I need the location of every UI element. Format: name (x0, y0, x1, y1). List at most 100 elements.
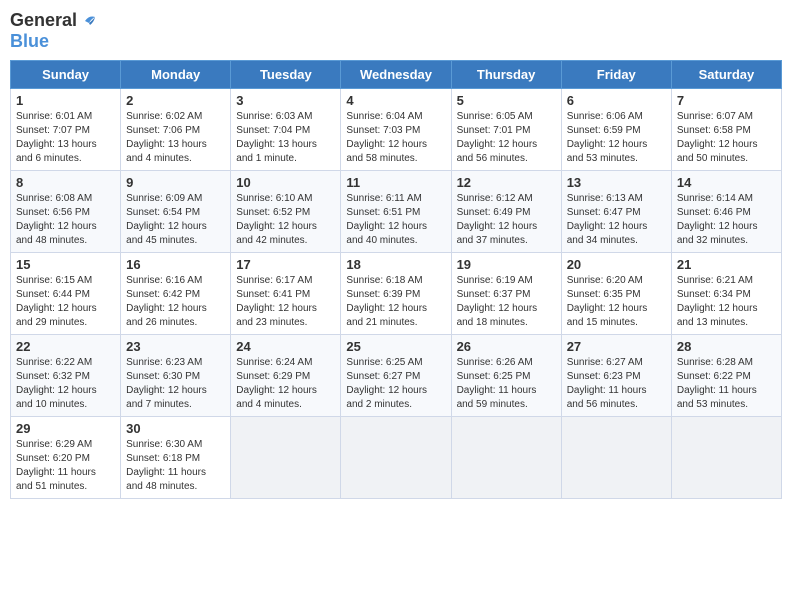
day-number: 1 (16, 93, 115, 108)
day-cell-12: 12 Sunrise: 6:12 AMSunset: 6:49 PMDaylig… (451, 171, 561, 253)
day-cell-19: 19 Sunrise: 6:19 AMSunset: 6:37 PMDaylig… (451, 253, 561, 335)
day-info: Sunrise: 6:27 AMSunset: 6:23 PMDaylight:… (567, 357, 647, 410)
day-cell-29: 29 Sunrise: 6:29 AMSunset: 6:20 PMDaylig… (11, 417, 121, 499)
day-header-tuesday: Tuesday (231, 61, 341, 89)
calendar-week-2: 8 Sunrise: 6:08 AMSunset: 6:56 PMDayligh… (11, 171, 782, 253)
logo: General Blue (10, 10, 97, 52)
day-number: 29 (16, 421, 115, 436)
day-info: Sunrise: 6:20 AMSunset: 6:35 PMDaylight:… (567, 275, 648, 328)
day-info: Sunrise: 6:24 AMSunset: 6:29 PMDaylight:… (236, 357, 317, 410)
day-number: 18 (346, 257, 445, 272)
day-info: Sunrise: 6:25 AMSunset: 6:27 PMDaylight:… (346, 357, 427, 410)
day-info: Sunrise: 6:03 AMSunset: 7:04 PMDaylight:… (236, 111, 317, 164)
day-cell-17: 17 Sunrise: 6:17 AMSunset: 6:41 PMDaylig… (231, 253, 341, 335)
day-header-wednesday: Wednesday (341, 61, 451, 89)
day-cell-5: 5 Sunrise: 6:05 AMSunset: 7:01 PMDayligh… (451, 89, 561, 171)
day-info: Sunrise: 6:07 AMSunset: 6:58 PMDaylight:… (677, 111, 758, 164)
day-cell-4: 4 Sunrise: 6:04 AMSunset: 7:03 PMDayligh… (341, 89, 451, 171)
day-header-friday: Friday (561, 61, 671, 89)
empty-cell (671, 417, 781, 499)
logo-blue: Blue (10, 31, 49, 52)
day-info: Sunrise: 6:10 AMSunset: 6:52 PMDaylight:… (236, 193, 317, 246)
day-info: Sunrise: 6:15 AMSunset: 6:44 PMDaylight:… (16, 275, 97, 328)
day-cell-16: 16 Sunrise: 6:16 AMSunset: 6:42 PMDaylig… (121, 253, 231, 335)
day-info: Sunrise: 6:06 AMSunset: 6:59 PMDaylight:… (567, 111, 648, 164)
day-info: Sunrise: 6:17 AMSunset: 6:41 PMDaylight:… (236, 275, 317, 328)
day-number: 17 (236, 257, 335, 272)
day-info: Sunrise: 6:18 AMSunset: 6:39 PMDaylight:… (346, 275, 427, 328)
day-info: Sunrise: 6:09 AMSunset: 6:54 PMDaylight:… (126, 193, 207, 246)
day-number: 8 (16, 175, 115, 190)
day-cell-8: 8 Sunrise: 6:08 AMSunset: 6:56 PMDayligh… (11, 171, 121, 253)
day-number: 12 (457, 175, 556, 190)
day-number: 20 (567, 257, 666, 272)
day-number: 13 (567, 175, 666, 190)
day-cell-15: 15 Sunrise: 6:15 AMSunset: 6:44 PMDaylig… (11, 253, 121, 335)
day-number: 14 (677, 175, 776, 190)
empty-cell (231, 417, 341, 499)
calendar-week-1: 1 Sunrise: 6:01 AMSunset: 7:07 PMDayligh… (11, 89, 782, 171)
calendar-week-3: 15 Sunrise: 6:15 AMSunset: 6:44 PMDaylig… (11, 253, 782, 335)
day-cell-6: 6 Sunrise: 6:06 AMSunset: 6:59 PMDayligh… (561, 89, 671, 171)
logo-bird-icon (79, 13, 97, 29)
day-header-thursday: Thursday (451, 61, 561, 89)
day-info: Sunrise: 6:05 AMSunset: 7:01 PMDaylight:… (457, 111, 538, 164)
day-info: Sunrise: 6:12 AMSunset: 6:49 PMDaylight:… (457, 193, 538, 246)
day-number: 25 (346, 339, 445, 354)
day-cell-21: 21 Sunrise: 6:21 AMSunset: 6:34 PMDaylig… (671, 253, 781, 335)
day-cell-2: 2 Sunrise: 6:02 AMSunset: 7:06 PMDayligh… (121, 89, 231, 171)
day-info: Sunrise: 6:28 AMSunset: 6:22 PMDaylight:… (677, 357, 757, 410)
day-number: 11 (346, 175, 445, 190)
day-info: Sunrise: 6:16 AMSunset: 6:42 PMDaylight:… (126, 275, 207, 328)
day-number: 26 (457, 339, 556, 354)
day-info: Sunrise: 6:11 AMSunset: 6:51 PMDaylight:… (346, 193, 427, 246)
day-number: 22 (16, 339, 115, 354)
day-cell-27: 27 Sunrise: 6:27 AMSunset: 6:23 PMDaylig… (561, 335, 671, 417)
calendar-week-4: 22 Sunrise: 6:22 AMSunset: 6:32 PMDaylig… (11, 335, 782, 417)
day-cell-26: 26 Sunrise: 6:26 AMSunset: 6:25 PMDaylig… (451, 335, 561, 417)
logo-general: General (10, 10, 77, 31)
day-info: Sunrise: 6:04 AMSunset: 7:03 PMDaylight:… (346, 111, 427, 164)
day-cell-11: 11 Sunrise: 6:11 AMSunset: 6:51 PMDaylig… (341, 171, 451, 253)
day-cell-28: 28 Sunrise: 6:28 AMSunset: 6:22 PMDaylig… (671, 335, 781, 417)
day-number: 9 (126, 175, 225, 190)
empty-cell (341, 417, 451, 499)
day-info: Sunrise: 6:22 AMSunset: 6:32 PMDaylight:… (16, 357, 97, 410)
day-cell-3: 3 Sunrise: 6:03 AMSunset: 7:04 PMDayligh… (231, 89, 341, 171)
day-cell-18: 18 Sunrise: 6:18 AMSunset: 6:39 PMDaylig… (341, 253, 451, 335)
day-info: Sunrise: 6:21 AMSunset: 6:34 PMDaylight:… (677, 275, 758, 328)
day-cell-25: 25 Sunrise: 6:25 AMSunset: 6:27 PMDaylig… (341, 335, 451, 417)
day-number: 30 (126, 421, 225, 436)
day-info: Sunrise: 6:14 AMSunset: 6:46 PMDaylight:… (677, 193, 758, 246)
day-number: 5 (457, 93, 556, 108)
day-info: Sunrise: 6:13 AMSunset: 6:47 PMDaylight:… (567, 193, 648, 246)
day-cell-10: 10 Sunrise: 6:10 AMSunset: 6:52 PMDaylig… (231, 171, 341, 253)
day-info: Sunrise: 6:01 AMSunset: 7:07 PMDaylight:… (16, 111, 97, 164)
day-info: Sunrise: 6:23 AMSunset: 6:30 PMDaylight:… (126, 357, 207, 410)
day-info: Sunrise: 6:30 AMSunset: 6:18 PMDaylight:… (126, 439, 206, 492)
day-number: 16 (126, 257, 225, 272)
day-number: 10 (236, 175, 335, 190)
day-number: 15 (16, 257, 115, 272)
day-number: 28 (677, 339, 776, 354)
day-number: 19 (457, 257, 556, 272)
day-cell-24: 24 Sunrise: 6:24 AMSunset: 6:29 PMDaylig… (231, 335, 341, 417)
day-info: Sunrise: 6:29 AMSunset: 6:20 PMDaylight:… (16, 439, 96, 492)
day-cell-7: 7 Sunrise: 6:07 AMSunset: 6:58 PMDayligh… (671, 89, 781, 171)
calendar: SundayMondayTuesdayWednesdayThursdayFrid… (10, 60, 782, 499)
day-number: 3 (236, 93, 335, 108)
day-cell-1: 1 Sunrise: 6:01 AMSunset: 7:07 PMDayligh… (11, 89, 121, 171)
day-info: Sunrise: 6:26 AMSunset: 6:25 PMDaylight:… (457, 357, 537, 410)
day-cell-30: 30 Sunrise: 6:30 AMSunset: 6:18 PMDaylig… (121, 417, 231, 499)
day-number: 21 (677, 257, 776, 272)
day-number: 2 (126, 93, 225, 108)
day-number: 4 (346, 93, 445, 108)
day-number: 23 (126, 339, 225, 354)
day-header-sunday: Sunday (11, 61, 121, 89)
day-number: 27 (567, 339, 666, 354)
day-cell-23: 23 Sunrise: 6:23 AMSunset: 6:30 PMDaylig… (121, 335, 231, 417)
empty-cell (561, 417, 671, 499)
day-cell-9: 9 Sunrise: 6:09 AMSunset: 6:54 PMDayligh… (121, 171, 231, 253)
day-info: Sunrise: 6:19 AMSunset: 6:37 PMDaylight:… (457, 275, 538, 328)
header: General Blue (10, 10, 782, 52)
